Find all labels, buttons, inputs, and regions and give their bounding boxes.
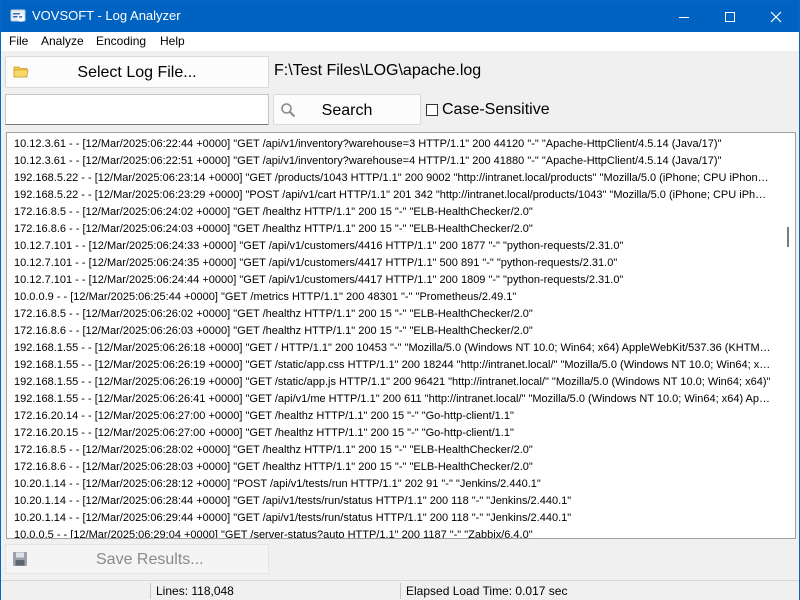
log-line[interactable]: 10.0.0.9 - - [12/Mar/2025:06:25:44 +0000…	[14, 291, 772, 303]
save-results-button[interactable]: Save Results...	[5, 544, 269, 574]
log-line[interactable]: 192.168.1.55 - - [12/Mar/2025:06:26:19 +…	[14, 376, 772, 388]
status-lines: Lines: 118,048	[156, 584, 234, 598]
app-icon	[10, 8, 26, 24]
status-separator	[400, 583, 401, 599]
menu-analyze[interactable]: Analyze	[41, 34, 84, 48]
log-line[interactable]: 172.16.20.15 - - [12/Mar/2025:06:27:00 +…	[14, 427, 772, 439]
maximize-icon	[725, 11, 735, 22]
minimize-icon	[679, 16, 689, 18]
status-bar: Lines: 118,048 Elapsed Load Time: 0.017 …	[1, 580, 799, 600]
menu-file[interactable]: File	[9, 34, 28, 48]
search-button-label: Search	[321, 102, 373, 119]
vertical-scrollbar[interactable]	[783, 133, 793, 538]
log-view[interactable]: 10.12.3.61 - - [12/Mar/2025:06:22:44 +00…	[6, 132, 796, 539]
maximize-button[interactable]	[707, 1, 753, 32]
search-button[interactable]: Search	[273, 94, 421, 125]
menu-help[interactable]: Help	[160, 34, 185, 48]
log-line[interactable]: 10.12.7.101 - - [12/Mar/2025:06:24:44 +0…	[14, 274, 772, 286]
status-separator	[150, 583, 151, 599]
log-line[interactable]: 172.16.8.6 - - [12/Mar/2025:06:28:03 +00…	[14, 461, 772, 473]
case-sensitive-checkbox[interactable]	[426, 104, 438, 116]
log-line[interactable]: 10.20.1.14 - - [12/Mar/2025:06:28:12 +00…	[14, 478, 772, 490]
floppy-disk-icon	[12, 551, 28, 572]
window-title: VOVSOFT - Log Analyzer	[32, 8, 181, 23]
log-line[interactable]: 10.12.7.101 - - [12/Mar/2025:06:24:35 +0…	[14, 257, 772, 269]
select-log-file-button[interactable]: Select Log File...	[5, 56, 269, 88]
app-window: VOVSOFT - Log Analyzer File Analyze Enco…	[0, 0, 800, 600]
log-line[interactable]: 172.16.8.6 - - [12/Mar/2025:06:26:03 +00…	[14, 325, 772, 337]
log-line[interactable]: 10.12.3.61 - - [12/Mar/2025:06:22:51 +00…	[14, 155, 772, 167]
log-line[interactable]: 10.20.1.14 - - [12/Mar/2025:06:28:44 +00…	[14, 495, 772, 507]
search-input[interactable]	[5, 94, 269, 125]
menu-bar: File Analyze Encoding Help	[1, 32, 799, 51]
title-bar[interactable]: VOVSOFT - Log Analyzer	[1, 1, 799, 32]
scrollbar-thumb[interactable]	[787, 227, 789, 247]
file-path: F:\Test Files\LOG\apache.log	[274, 62, 482, 79]
log-line[interactable]: 10.0.0.5 - - [12/Mar/2025:06:29:04 +0000…	[14, 529, 772, 538]
log-line[interactable]: 172.16.8.5 - - [12/Mar/2025:06:28:02 +00…	[14, 444, 772, 456]
client-area: Select Log File... F:\Test Files\LOG\apa…	[1, 51, 799, 600]
log-line[interactable]: 10.20.1.14 - - [12/Mar/2025:06:29:44 +00…	[14, 512, 772, 524]
case-sensitive-label[interactable]: Case-Sensitive	[442, 101, 550, 119]
log-line[interactable]: 10.12.3.61 - - [12/Mar/2025:06:22:44 +00…	[14, 138, 772, 150]
save-results-label: Save Results...	[96, 551, 204, 568]
log-line[interactable]: 172.16.8.5 - - [12/Mar/2025:06:26:02 +00…	[14, 308, 772, 320]
log-line[interactable]: 172.16.20.14 - - [12/Mar/2025:06:27:00 +…	[14, 410, 772, 422]
log-line[interactable]: 192.168.5.22 - - [12/Mar/2025:06:23:29 +…	[14, 189, 772, 201]
close-icon	[770, 11, 782, 22]
log-line[interactable]: 192.168.1.55 - - [12/Mar/2025:06:26:19 +…	[14, 359, 772, 371]
log-line[interactable]: 192.168.1.55 - - [12/Mar/2025:06:26:41 +…	[14, 393, 772, 405]
menu-encoding[interactable]: Encoding	[96, 34, 146, 48]
log-line[interactable]: 172.16.8.5 - - [12/Mar/2025:06:24:02 +00…	[14, 206, 772, 218]
close-button[interactable]	[753, 1, 799, 32]
select-log-file-label: Select Log File...	[77, 64, 197, 81]
log-line[interactable]: 192.168.1.55 - - [12/Mar/2025:06:26:18 +…	[14, 342, 772, 354]
log-line[interactable]: 192.168.5.22 - - [12/Mar/2025:06:23:14 +…	[14, 172, 772, 184]
status-elapsed: Elapsed Load Time: 0.017 sec	[406, 584, 568, 598]
log-line[interactable]: 10.12.7.101 - - [12/Mar/2025:06:24:33 +0…	[14, 240, 772, 252]
log-line[interactable]: 172.16.8.6 - - [12/Mar/2025:06:24:03 +00…	[14, 223, 772, 235]
minimize-button[interactable]	[661, 1, 707, 32]
